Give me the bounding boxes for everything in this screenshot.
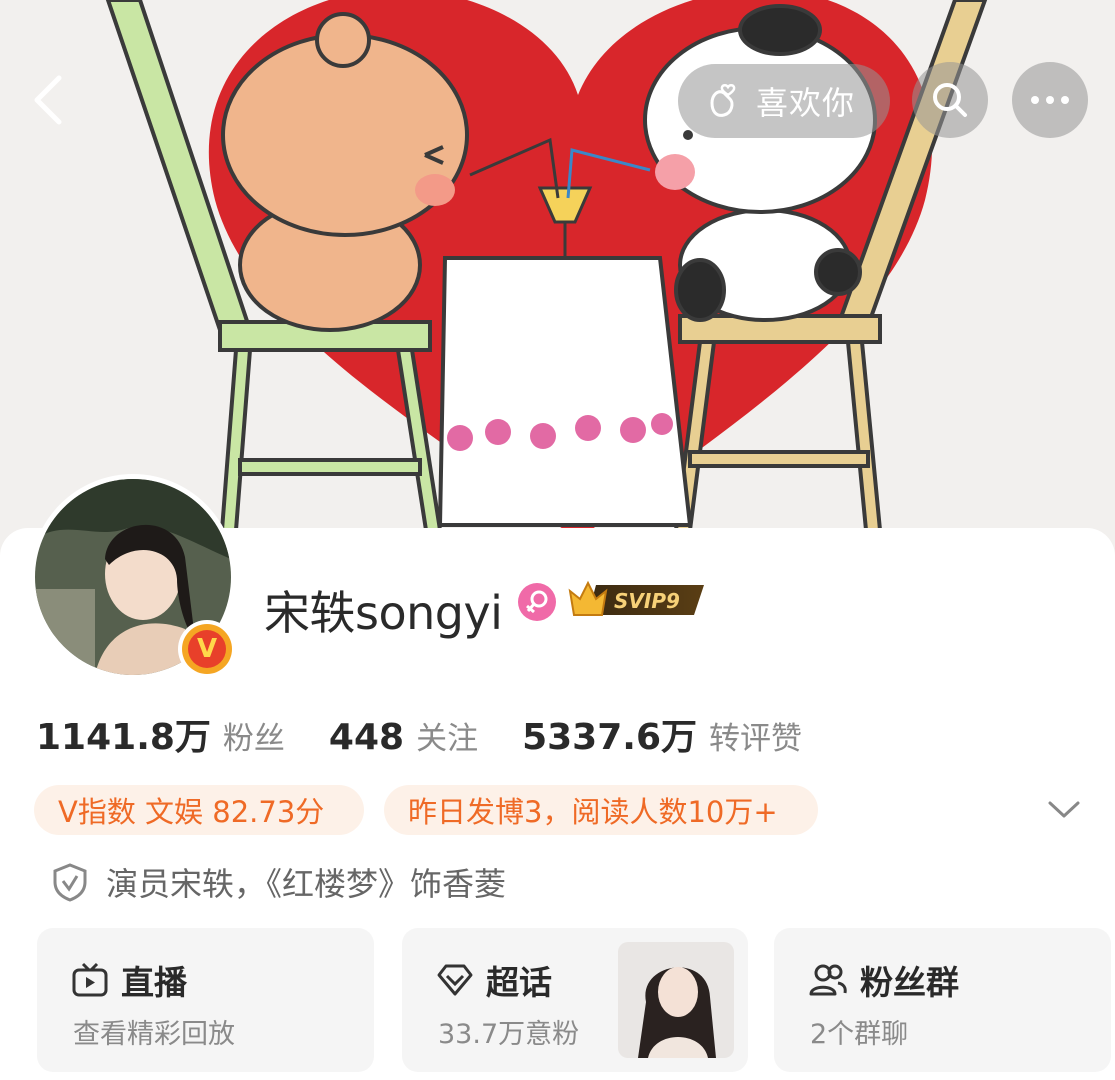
verified-badge: V xyxy=(178,620,236,678)
following-label[interactable]: 关注 xyxy=(416,713,478,758)
live-tv-icon xyxy=(72,962,108,997)
profile-name: 宋轶songyi xyxy=(264,586,503,640)
activity-chip[interactable]: 昨日发博3，阅读人数10万+ xyxy=(384,785,818,835)
live-subtitle: 查看精彩回放 xyxy=(73,1019,235,1050)
fan-group-title: 粉丝群 xyxy=(860,963,959,1002)
diamond-icon xyxy=(437,964,473,996)
more-icon xyxy=(1031,96,1069,104)
verification-info: 演员宋轶，《红楼梦》饰香菱 xyxy=(52,860,506,904)
top-bar: 喜欢你 xyxy=(0,60,1115,140)
expand-button[interactable] xyxy=(1040,790,1088,830)
v-index-chip[interactable]: V指数 文娱 82.73分 xyxy=(34,785,364,835)
verified-v: V xyxy=(188,630,226,668)
like-you-label: 喜欢你 xyxy=(756,84,856,122)
like-you-button[interactable]: 喜欢你 xyxy=(678,64,890,138)
profile-page: 喜欢你 V 宋轶songyi SVIP9 1141.8万 粉丝 448 关注 5… xyxy=(0,0,1115,1080)
interactions-count: 5337.6万 xyxy=(522,717,697,758)
chevron-down-icon xyxy=(1048,801,1080,818)
supertopic-tile[interactable]: 超话 33.7万意粉 xyxy=(402,928,748,1072)
more-button[interactable] xyxy=(1012,62,1088,138)
followers-count[interactable]: 1141.8万 xyxy=(36,708,211,760)
fan-group-subtitle: 2个群聊 xyxy=(810,1019,909,1050)
search-icon xyxy=(933,83,967,117)
interactions-label: 转评赞 xyxy=(709,721,802,757)
hand-heart-icon xyxy=(710,84,736,117)
female-icon xyxy=(518,583,556,621)
shield-icon xyxy=(53,863,87,902)
svip-badge[interactable]: SVIP9 xyxy=(566,577,710,623)
svip-label: SVIP9 xyxy=(614,589,680,613)
group-icon xyxy=(809,964,847,996)
search-button[interactable] xyxy=(912,62,988,138)
fan-group-tile[interactable]: 粉丝群 2个群聊 xyxy=(774,928,1111,1072)
live-tile[interactable]: 直播 查看精彩回放 xyxy=(37,928,374,1072)
back-arrow-icon xyxy=(34,75,62,125)
back-button[interactable] xyxy=(18,62,78,138)
supertopic-thumbnail xyxy=(618,942,734,1058)
live-title: 直播 xyxy=(121,963,187,1002)
following-count[interactable]: 448 xyxy=(329,717,404,758)
supertopic-title: 超话 xyxy=(486,963,552,1002)
verification-text: 演员宋轶，《红楼梦》饰香菱 xyxy=(106,865,507,903)
stats-row: 1141.8万 粉丝 448 关注 5337.6万 转评赞 xyxy=(36,708,846,758)
supertopic-subtitle: 33.7万意粉 xyxy=(438,1019,580,1050)
followers-label[interactable]: 粉丝 xyxy=(223,713,285,758)
